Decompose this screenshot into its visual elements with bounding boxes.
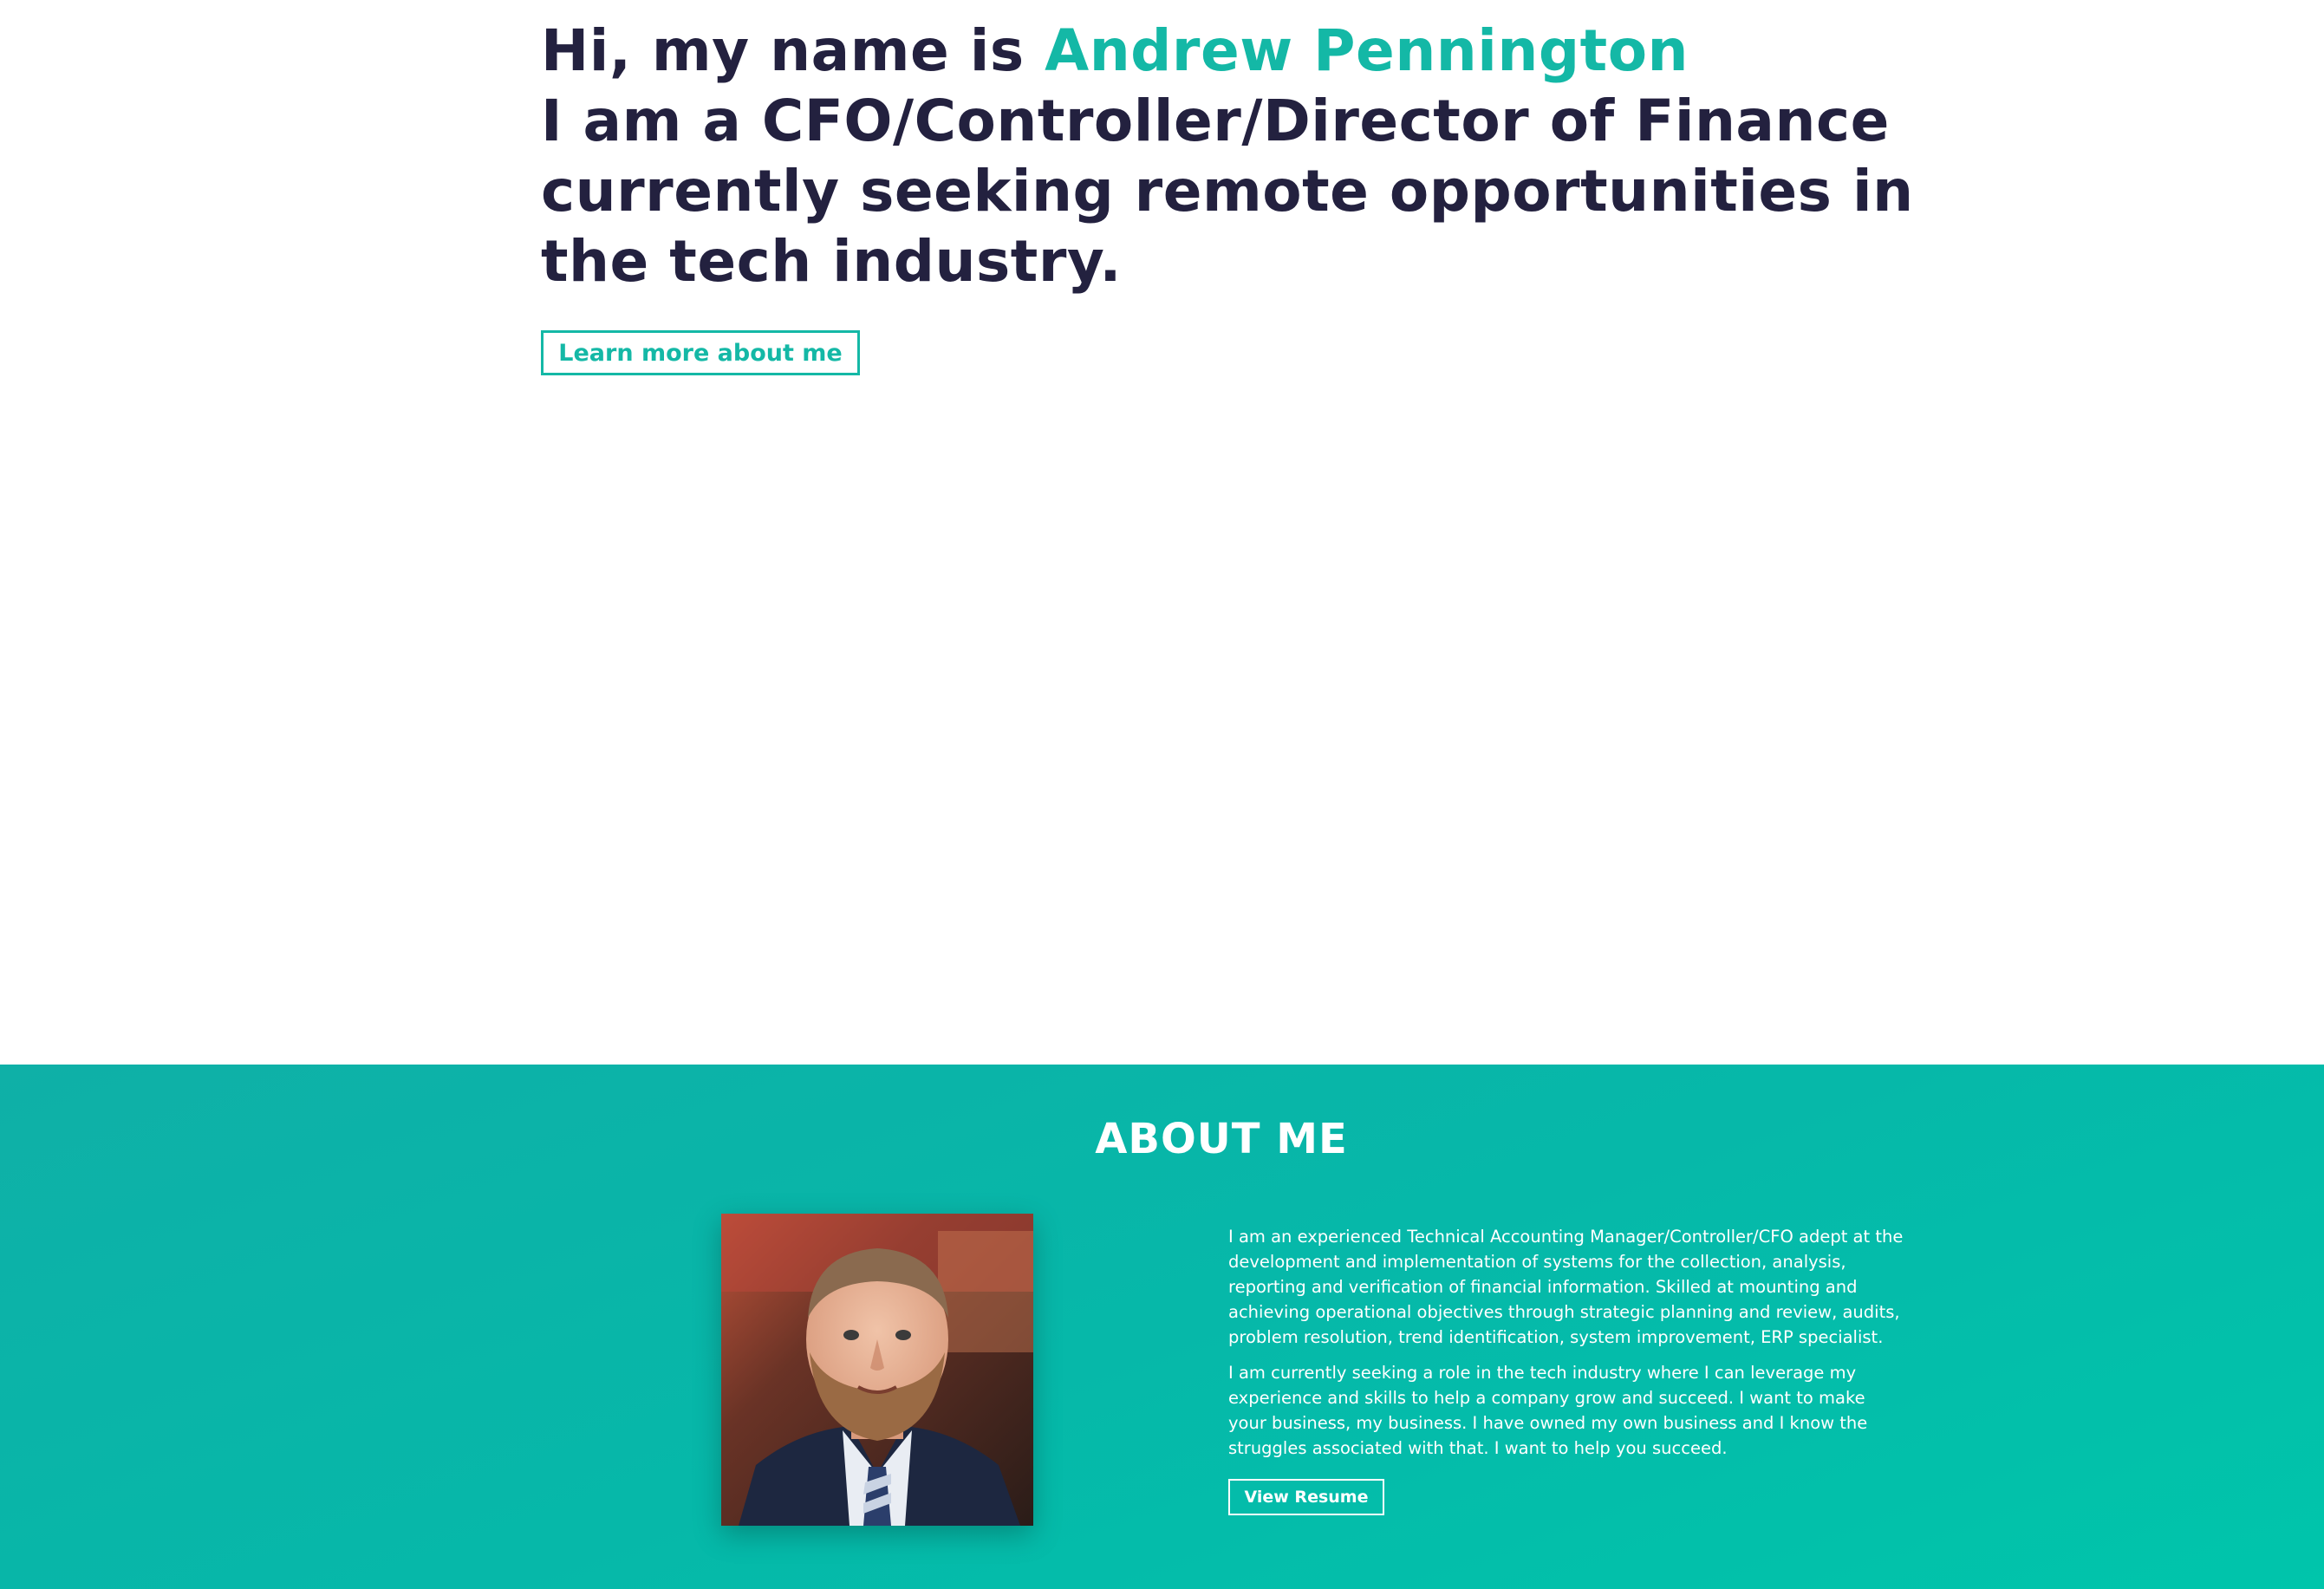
bio-paragraph-2: I am currently seeking a role in the tec… bbox=[1228, 1363, 1868, 1458]
about-section: ABOUT ME I am an experienced Technical A… bbox=[0, 1065, 2324, 1589]
hero-section: Hi, my name is Andrew Pennington I am a … bbox=[0, 0, 2324, 1065]
hero-content: Hi, my name is Andrew Pennington I am a … bbox=[541, 16, 1914, 296]
hero-tagline-line-3: the tech industry. bbox=[541, 228, 1122, 295]
about-bio: I am an experienced Technical Accounting… bbox=[1228, 1224, 1904, 1471]
hero-tagline-line-2: currently seeking remote opportunities i… bbox=[541, 158, 1914, 225]
portrait-illustration bbox=[721, 1214, 1033, 1526]
bio-paragraph-1: I am an experienced Technical Accounting… bbox=[1228, 1227, 1904, 1347]
profile-photo bbox=[721, 1214, 1033, 1526]
hero-greeting-line: Hi, my name is Andrew Pennington bbox=[541, 16, 1893, 86]
hero-greeting: Hi, my name is bbox=[541, 17, 1045, 84]
hero-name: Andrew Pennington bbox=[1045, 17, 1689, 84]
page: Hi, my name is Andrew Pennington I am a … bbox=[0, 0, 2324, 1589]
about-title: ABOUT ME bbox=[1095, 1115, 1348, 1163]
view-resume-button[interactable]: View Resume bbox=[1228, 1479, 1384, 1515]
hero-heading: Hi, my name is Andrew Pennington I am a … bbox=[541, 16, 1914, 296]
learn-more-button[interactable]: Learn more about me bbox=[541, 330, 860, 375]
hero-tagline-line-1: I am a CFO/Controller/Director of Financ… bbox=[541, 88, 1890, 154]
